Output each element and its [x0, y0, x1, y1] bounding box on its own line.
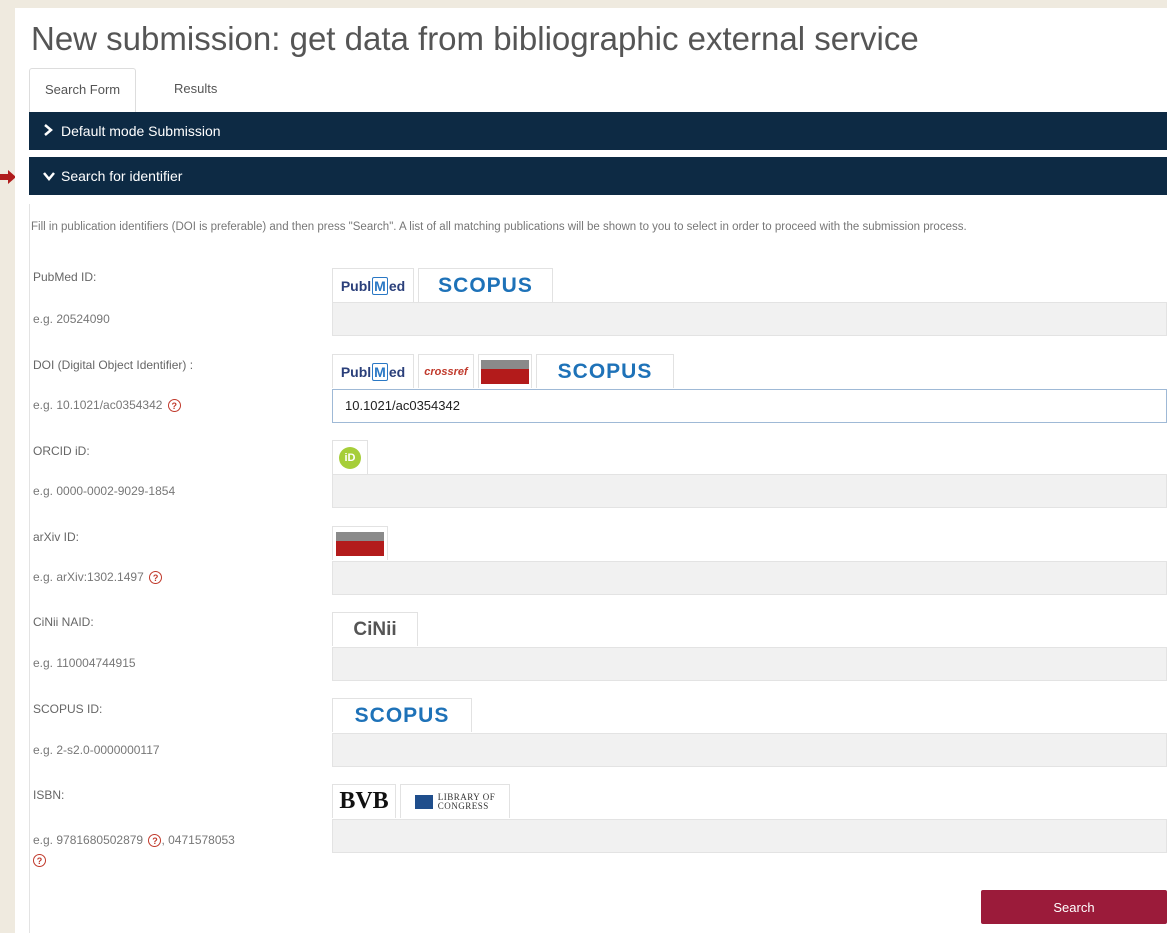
scopus-logo[interactable]: SCOPUS: [418, 268, 553, 302]
arxiv-logos: [332, 526, 388, 560]
tab-bar: Search Form Results: [29, 68, 1167, 113]
panel-default-mode-header[interactable]: Default mode Submission: [29, 112, 1167, 150]
doi-input[interactable]: 10.1021/ac0354342: [332, 389, 1167, 423]
pubmed-example: e.g. 20524090: [33, 312, 110, 326]
bvb-logo[interactable]: BVB: [332, 784, 396, 818]
crossref-logo[interactable]: crossref: [418, 354, 474, 388]
help-icon[interactable]: ?: [167, 399, 181, 413]
page-title: New submission: get data from bibliograp…: [31, 20, 919, 57]
pubmed-logo[interactable]: Publ Med: [332, 354, 414, 388]
chevron-right-icon: [43, 123, 55, 139]
pubmed-label: PubMed ID:: [33, 270, 97, 284]
tab-results[interactable]: Results: [159, 68, 232, 110]
cinii-logos: CiNii: [332, 612, 418, 646]
orcid-input[interactable]: [332, 474, 1167, 508]
pubmed-logos: Publ Med SCOPUS: [332, 268, 553, 302]
doi-label: DOI (Digital Object Identifier) :: [33, 358, 194, 372]
instructions-text: Fill in publication identifiers (DOI is …: [31, 221, 967, 233]
orcid-label: ORCID iD:: [33, 444, 90, 458]
cinii-input[interactable]: [332, 647, 1167, 681]
library-of-congress-logo[interactable]: LIBRARY OF CONGRESS: [400, 784, 510, 818]
scopus-label: SCOPUS ID:: [33, 702, 103, 716]
arxiv-logo[interactable]: [332, 526, 388, 560]
arxiv-input[interactable]: [332, 561, 1167, 595]
chevron-down-icon: [43, 169, 55, 184]
tab-search-form[interactable]: Search Form: [29, 68, 137, 113]
isbn-label: ISBN:: [33, 788, 65, 802]
cinii-example: e.g. 110004744915: [33, 656, 136, 670]
pointer-arrow-icon: [0, 170, 16, 184]
scopus-example: e.g. 2-s2.0-0000000117: [33, 743, 160, 757]
arxiv-example: e.g. arXiv:1302.1497 ?: [33, 570, 163, 585]
orcid-logos: iD: [332, 440, 368, 474]
scopus-logos: SCOPUS: [332, 698, 472, 732]
pubmed-logo[interactable]: Publ Med: [332, 268, 414, 302]
help-icon[interactable]: ?: [148, 834, 162, 848]
doi-example: e.g. 10.1021/ac0354342 ?: [33, 398, 181, 413]
arxiv-logo-graphic: [481, 359, 529, 384]
search-button[interactable]: Search: [981, 890, 1167, 924]
isbn-logos: BVB LIBRARY OF CONGRESS: [332, 784, 510, 818]
panel-default-mode-title: Default mode Submission: [61, 123, 221, 139]
library-of-congress-icon: [414, 794, 433, 809]
submission-page: New submission: get data from bibliograp…: [15, 8, 1167, 933]
help-icon[interactable]: ?: [149, 571, 163, 585]
cinii-logo[interactable]: CiNii: [332, 612, 418, 646]
arxiv-logo[interactable]: [478, 354, 532, 388]
isbn-example: e.g. 9781680502879 ?, 0471578053 ?: [33, 833, 235, 868]
help-icon[interactable]: ?: [33, 854, 46, 868]
scopus-logo[interactable]: SCOPUS: [536, 354, 674, 388]
orcid-logo[interactable]: iD: [332, 440, 368, 474]
panel-search-identifier-header[interactable]: Search for identifier: [29, 157, 1167, 195]
cinii-label: CiNii NAID:: [33, 615, 94, 629]
pubmed-input[interactable]: [332, 302, 1167, 336]
arxiv-logo-graphic: [336, 531, 384, 556]
panel-search-identifier-title: Search for identifier: [61, 168, 183, 184]
doi-logos: Publ Med crossref SCOPUS: [332, 354, 674, 388]
orcid-example: e.g. 0000-0002-9029-1854: [33, 484, 176, 498]
arxiv-label: arXiv ID:: [33, 530, 80, 544]
isbn-input[interactable]: [332, 819, 1167, 853]
scopus-logo[interactable]: SCOPUS: [332, 698, 472, 732]
scopus-input[interactable]: [332, 733, 1167, 767]
